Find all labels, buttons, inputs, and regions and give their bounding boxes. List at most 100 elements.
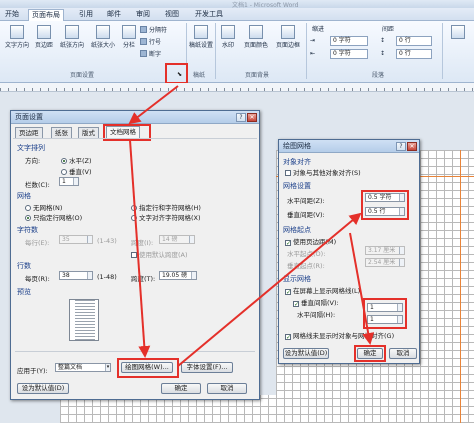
radio-icon (131, 205, 137, 211)
apply-to-select[interactable]: 整篇文档 ▾ (55, 363, 111, 372)
spinner-icon[interactable] (189, 236, 194, 243)
default-pitch-checkbox[interactable]: 使用默认跨度(A) (131, 249, 188, 259)
watermark-button[interactable]: 水印 (218, 25, 238, 49)
snap-to-other-checkbox[interactable]: 对象与其他对象对齐(S) (285, 167, 361, 177)
spacing-after-input[interactable]: 0 行 (396, 49, 432, 59)
vertical-origin-input[interactable]: 2.54 厘米 (365, 258, 405, 267)
horizontal-spacing-label: 水平间距(Z): (287, 197, 325, 205)
line-numbers-button[interactable]: 行号 (140, 37, 161, 46)
spinner-icon[interactable] (87, 272, 92, 279)
tab-page-layout[interactable]: 页面布局 (28, 9, 64, 21)
help-icon[interactable]: ? (236, 113, 246, 122)
set-default-button[interactable]: 设为默认值(D) (283, 348, 329, 359)
dropdown-arrow-icon[interactable]: ▾ (105, 364, 110, 371)
page-borders-button[interactable]: 页面边框 (273, 25, 303, 49)
grid-section: 网格 (17, 192, 31, 200)
indent-left-input[interactable]: 0 字符 (330, 36, 368, 46)
columns-button[interactable]: 分栏 (120, 25, 138, 49)
preview-section: 预览 (17, 288, 31, 296)
chars-per-line-input[interactable]: 35 (59, 235, 93, 244)
group-separator (215, 23, 216, 79)
close-icon[interactable]: ✕ (407, 142, 417, 151)
margins-button[interactable]: 页边距 (33, 25, 55, 49)
grid-settings-section: 网格设置 (283, 182, 311, 190)
tab-margins[interactable]: 页边距 (15, 127, 43, 138)
columns-input[interactable]: 1 (59, 177, 79, 186)
char-pitch-input[interactable]: 14 磅 (159, 235, 195, 244)
tab-paper[interactable]: 纸张 (51, 127, 72, 138)
set-default-button[interactable]: 设为默认值(D) (17, 383, 69, 394)
page-borders-icon (281, 25, 295, 39)
lines-only-radio[interactable]: 只指定行网格(O) (25, 212, 82, 222)
indent-label: 缩进 (312, 26, 325, 33)
horizontal-origin-label: 水平起点(O): (287, 250, 326, 258)
radio-icon (131, 215, 137, 221)
spinner-icon[interactable] (73, 178, 78, 185)
lines-per-page-input[interactable]: 38 (59, 271, 93, 280)
margins-icon (37, 25, 51, 39)
font-settings-button[interactable]: 字体设置(F)... (181, 362, 233, 373)
spacing-highlight-box (361, 190, 409, 220)
radio-checked-icon (25, 215, 31, 221)
divider (15, 351, 255, 352)
spacing-before-icon: ↕ (380, 37, 386, 44)
radio-icon (61, 169, 67, 175)
breaks-button[interactable]: 分隔符 (140, 25, 167, 34)
hyphenation-button[interactable]: 断字 (140, 49, 161, 58)
tab-developer[interactable]: 开发工具 (192, 9, 226, 21)
indent-right-input[interactable]: 0 字符 (330, 49, 368, 59)
close-icon[interactable]: ✕ (247, 113, 257, 122)
spinner-icon[interactable] (87, 236, 92, 243)
orientation-button[interactable]: 纸张方向 (57, 25, 87, 49)
preview-page (69, 299, 99, 341)
direction-label: 方向: (25, 157, 41, 165)
page-color-icon (249, 25, 263, 39)
lines-and-chars-radio[interactable]: 指定行和字符网格(H) (131, 202, 201, 212)
spacing-before-input[interactable]: 0 行 (396, 36, 432, 46)
ok-button[interactable]: 确定 (161, 383, 201, 394)
drawing-grid-title: 绘图网格 (283, 142, 311, 150)
chars-per-line-label: 每行(E): (25, 239, 50, 247)
tab-layout[interactable]: 版式 (78, 127, 99, 138)
launcher-highlight-box (165, 63, 188, 84)
title-bar: 文档1 - Microsoft Word (0, 0, 474, 9)
checkbox-icon (131, 252, 137, 258)
spinner-icon[interactable] (191, 272, 196, 279)
text-snap-radio[interactable]: 文字对齐字符网格(X) (131, 212, 201, 222)
manuscript-button[interactable]: 稿纸设置 (189, 25, 213, 49)
snap-when-hidden-checkbox[interactable]: ✓ 网格线未显示时对象与网格对齐(G) (285, 330, 394, 341)
breaks-icon (140, 26, 147, 33)
line-pitch-input[interactable]: 19.05 磅 (159, 271, 197, 280)
vertical-every-checkbox[interactable]: ✓ 垂直间隔(V): (293, 297, 339, 308)
cancel-button[interactable]: 取消 (389, 348, 417, 359)
text-direction-button[interactable]: 文字方向 (2, 25, 32, 49)
no-grid-radio[interactable]: 无网格(N) (25, 202, 62, 212)
tab-references[interactable]: 引用 (76, 9, 96, 21)
arrange-button[interactable] (446, 25, 470, 40)
use-margins-checkbox[interactable]: ✓ 使用页边距(M) (285, 236, 336, 247)
line-pitch-label: 跨度(T): (131, 275, 156, 283)
page-setup-group-label: 页面设置 (70, 72, 95, 79)
checkbox-icon (285, 170, 291, 176)
spinner-icon[interactable] (399, 247, 404, 254)
cancel-button[interactable]: 取消 (207, 383, 247, 394)
tab-view[interactable]: 视图 (162, 9, 182, 21)
group-separator (306, 23, 307, 79)
direction-horizontal-radio[interactable]: 水平(Z) (61, 155, 92, 165)
horizontal-origin-input[interactable]: 3.17 厘米 (365, 246, 405, 255)
help-icon[interactable]: ? (396, 142, 406, 151)
page-background-group-label: 页面背景 (245, 72, 270, 79)
page-color-button[interactable]: 页面颜色 (241, 25, 271, 49)
chars-section: 字符数 (17, 226, 38, 234)
spinner-icon[interactable] (399, 259, 404, 266)
tab-review[interactable]: 审阅 (133, 9, 153, 21)
tab-home[interactable]: 开始 (2, 9, 22, 21)
ribbon-tab-bar: 开始 页面布局 引用 邮件 审阅 视图 开发工具 (0, 8, 474, 21)
direction-vertical-radio[interactable]: 垂直(V) (61, 166, 92, 176)
arrange-icon (451, 25, 465, 39)
checkbox-checked-icon: ✓ (293, 301, 300, 308)
size-button[interactable]: 纸张大小 (88, 25, 118, 49)
char-pitch-label: 跨度(I): (131, 239, 154, 247)
tab-mailings[interactable]: 邮件 (104, 9, 124, 21)
show-gridlines-checkbox[interactable]: ✓ 在屏幕上显示网格线(L) (285, 285, 360, 296)
